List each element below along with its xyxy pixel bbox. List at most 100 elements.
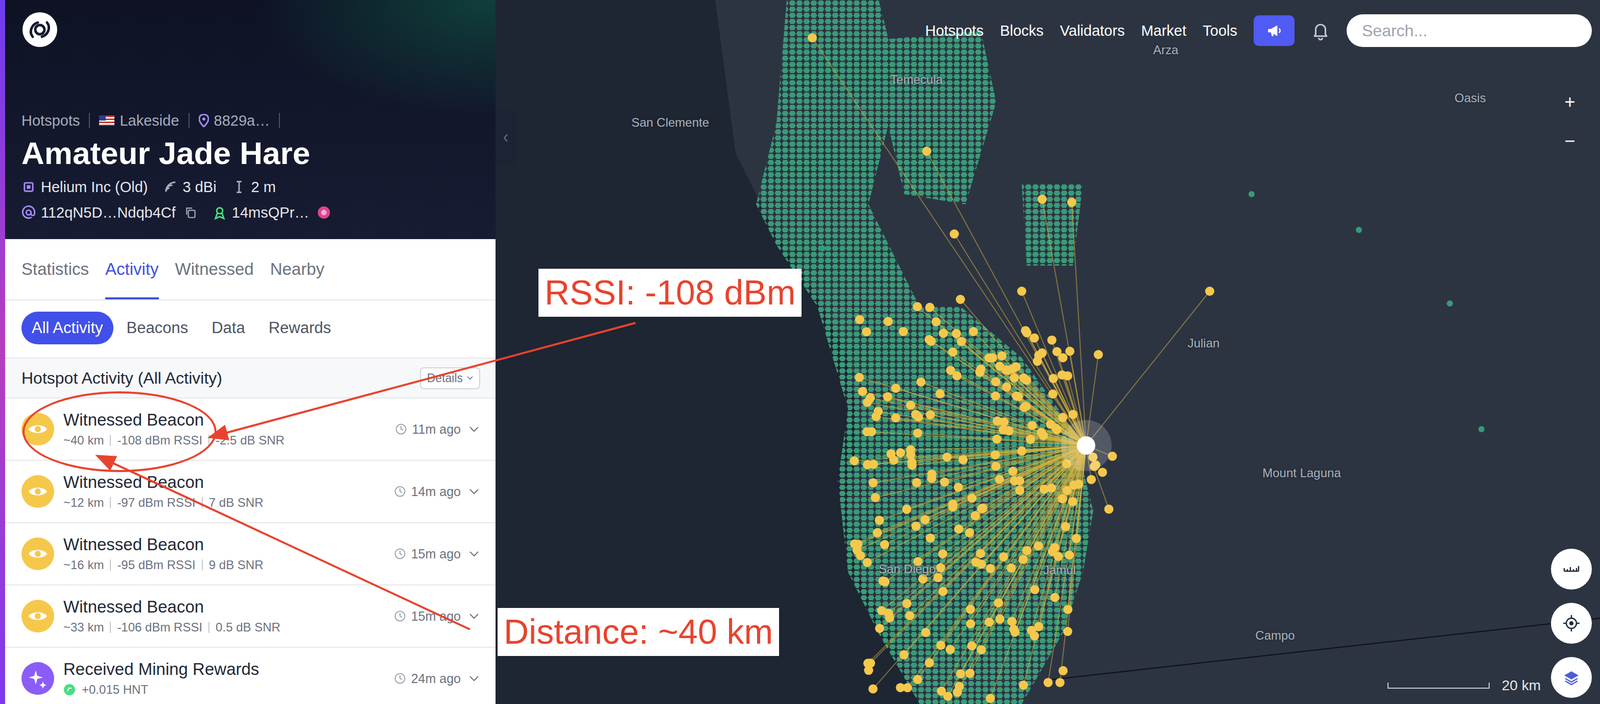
- witness-marker[interactable]: [1063, 371, 1073, 381]
- witness-marker[interactable]: [1064, 550, 1074, 560]
- chevron-down-icon[interactable]: [468, 426, 480, 433]
- map[interactable]: San ClementeTemeculaArzaOasisJulianMount…: [495, 0, 1600, 704]
- witness-marker[interactable]: [1047, 335, 1057, 345]
- witness-marker[interactable]: [926, 336, 936, 346]
- filter-pill[interactable]: All Activity: [21, 311, 114, 345]
- witness-marker[interactable]: [912, 428, 923, 438]
- witness-marker[interactable]: [1067, 197, 1077, 207]
- witness-marker[interactable]: [907, 457, 917, 467]
- details-button[interactable]: Details: [419, 367, 481, 390]
- witness-marker[interactable]: [991, 461, 1001, 472]
- witness-marker[interactable]: [1021, 375, 1031, 385]
- witness-marker[interactable]: [939, 477, 950, 487]
- nav-item[interactable]: Tools: [1202, 22, 1238, 40]
- witness-marker[interactable]: [975, 548, 985, 558]
- witness-marker[interactable]: [1004, 426, 1014, 436]
- witness-marker[interactable]: [955, 294, 966, 304]
- breadcrumb[interactable]: Lakeside: [99, 112, 179, 130]
- witness-marker[interactable]: [857, 386, 867, 396]
- witness-marker[interactable]: [984, 353, 994, 363]
- witness-marker[interactable]: [912, 674, 923, 685]
- activity-row[interactable]: Received Mining Rewards+0.015 HNT24m ago: [5, 647, 496, 704]
- helium-logo-icon[interactable]: [21, 11, 59, 49]
- witness-marker[interactable]: [913, 412, 924, 422]
- witness-marker[interactable]: [936, 686, 947, 696]
- witness-marker[interactable]: [956, 337, 967, 347]
- witness-marker[interactable]: [880, 577, 890, 587]
- locate-button[interactable]: [1550, 602, 1592, 644]
- witness-marker[interactable]: [862, 397, 873, 408]
- witness-marker[interactable]: [976, 645, 986, 655]
- owner-address[interactable]: 14msQPr…: [212, 204, 331, 222]
- witness-marker[interactable]: [938, 328, 949, 338]
- bell-icon[interactable]: [1310, 20, 1331, 41]
- witness-marker[interactable]: [868, 684, 878, 694]
- chevron-down-icon[interactable]: [468, 550, 480, 557]
- witness-marker[interactable]: [1009, 373, 1020, 383]
- filter-pill[interactable]: Data: [201, 311, 255, 345]
- witness-marker[interactable]: [1036, 428, 1046, 438]
- witness-marker[interactable]: [1058, 666, 1068, 676]
- witness-marker[interactable]: [1057, 412, 1068, 422]
- witness-marker[interactable]: [898, 326, 908, 337]
- activity-row[interactable]: Witnessed Beacon~33 km-106 dBm RSSI0.5 d…: [5, 585, 496, 648]
- witness-marker[interactable]: [937, 549, 948, 559]
- witness-marker[interactable]: [998, 552, 1008, 562]
- chevron-down-icon[interactable]: [468, 488, 480, 495]
- hotspot-marker[interactable]: [1478, 426, 1485, 433]
- nav-item[interactable]: Market: [1141, 22, 1187, 40]
- search-input[interactable]: Search...: [1346, 14, 1592, 47]
- witness-marker[interactable]: [1046, 483, 1056, 493]
- witness-marker[interactable]: [1071, 533, 1081, 544]
- witness-marker[interactable]: [954, 524, 964, 534]
- witness-marker[interactable]: [1074, 479, 1084, 489]
- witness-marker[interactable]: [862, 427, 872, 437]
- witness-marker[interactable]: [905, 610, 915, 621]
- selected-hotspot[interactable]: [1076, 436, 1096, 455]
- witness-marker[interactable]: [883, 392, 893, 402]
- witness-marker[interactable]: [911, 521, 921, 531]
- witness-marker[interactable]: [949, 229, 959, 239]
- collapse-sidebar-button[interactable]: [495, 110, 516, 166]
- witness-marker[interactable]: [976, 559, 986, 569]
- filter-pill[interactable]: Beacons: [116, 311, 199, 345]
- witness-marker[interactable]: [1061, 522, 1071, 532]
- witness-marker[interactable]: [916, 377, 926, 387]
- witness-marker[interactable]: [1017, 286, 1027, 296]
- witness-marker[interactable]: [1063, 626, 1073, 637]
- witness-marker[interactable]: [991, 377, 1001, 387]
- witness-marker[interactable]: [1037, 194, 1047, 204]
- witness-marker[interactable]: [1030, 584, 1040, 595]
- zoom-in-button[interactable]: +: [1562, 91, 1578, 113]
- witness-marker[interactable]: [1093, 349, 1103, 360]
- witness-marker[interactable]: [899, 650, 909, 660]
- witness-marker[interactable]: [999, 417, 1009, 427]
- witness-marker[interactable]: [935, 562, 946, 573]
- witness-marker[interactable]: [1007, 616, 1017, 626]
- witness-marker[interactable]: [1048, 373, 1058, 384]
- witness-marker[interactable]: [927, 469, 937, 479]
- witness-marker[interactable]: [920, 514, 930, 525]
- witness-marker[interactable]: [935, 389, 945, 399]
- witness-marker[interactable]: [958, 455, 968, 465]
- tab[interactable]: Nearby: [270, 239, 325, 300]
- witness-marker[interactable]: [902, 504, 912, 514]
- witness-marker[interactable]: [991, 391, 1001, 401]
- witness-marker[interactable]: [1022, 327, 1032, 338]
- witness-marker[interactable]: [1015, 476, 1025, 486]
- breadcrumb[interactable]: 8829a…: [198, 112, 271, 130]
- witness-marker[interactable]: [938, 586, 948, 597]
- witness-marker[interactable]: [985, 563, 996, 574]
- layers-button[interactable]: [1550, 656, 1592, 698]
- witness-marker[interactable]: [1032, 356, 1043, 366]
- witness-marker[interactable]: [1015, 485, 1025, 496]
- witness-marker[interactable]: [966, 604, 976, 615]
- witness-marker[interactable]: [807, 33, 817, 43]
- witness-marker[interactable]: [1029, 631, 1040, 641]
- witness-marker[interactable]: [911, 478, 922, 488]
- witness-marker[interactable]: [1058, 353, 1068, 363]
- witness-marker[interactable]: [922, 146, 932, 156]
- witness-marker[interactable]: [945, 644, 955, 654]
- witness-marker[interactable]: [1008, 466, 1018, 476]
- witness-marker[interactable]: [863, 665, 874, 675]
